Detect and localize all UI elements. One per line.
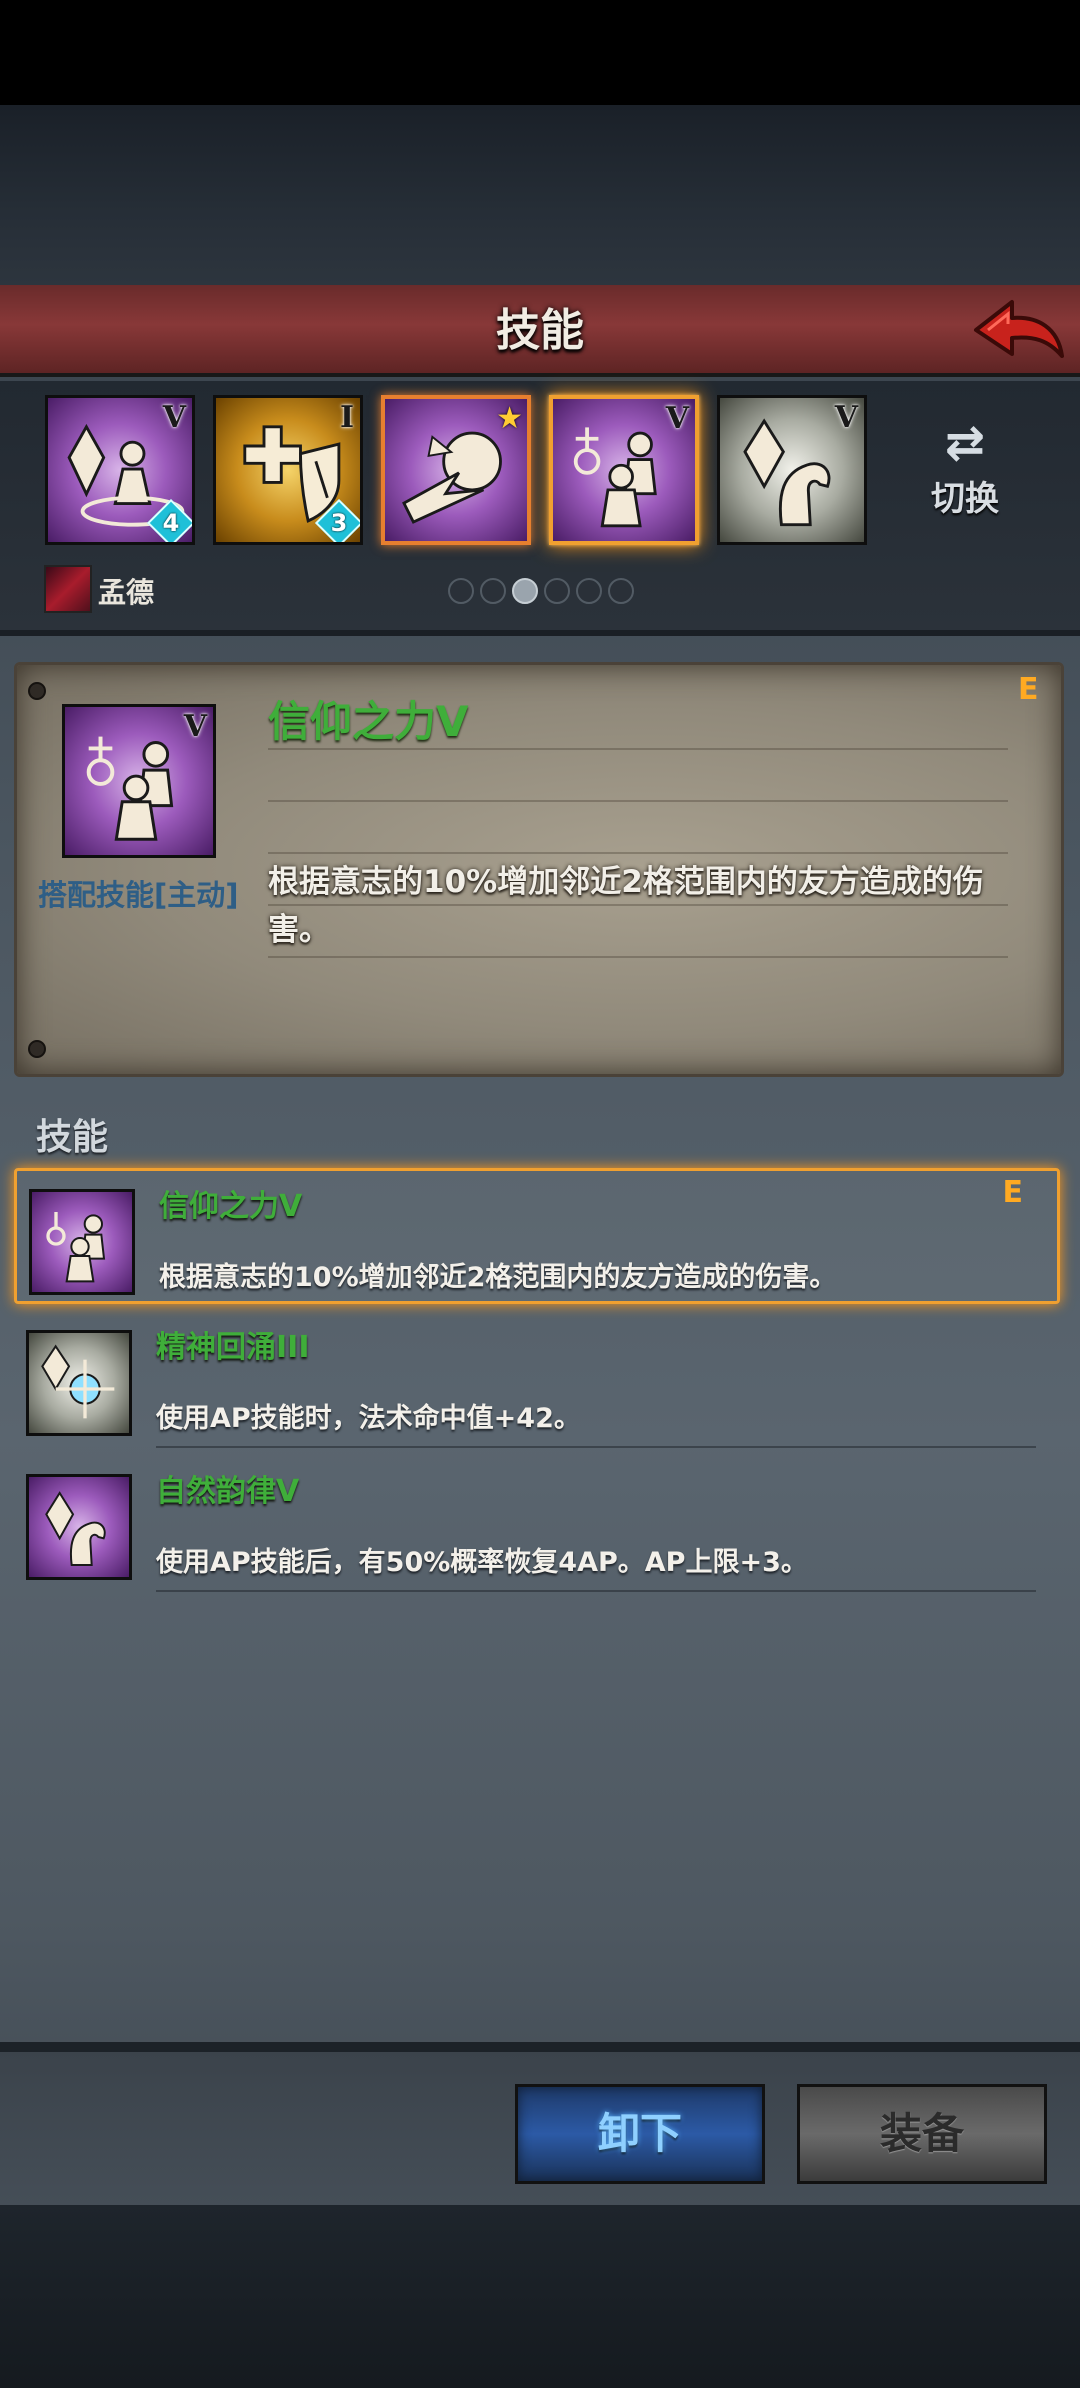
skill-description: 使用AP技能时，法术命中值+42。: [156, 1403, 581, 1434]
status-bar-area: [0, 0, 1080, 105]
skill-level-roman: I: [339, 400, 354, 435]
page-title: 技能: [496, 305, 584, 356]
skill-icon: [26, 1330, 132, 1436]
skill-level-roman: V: [183, 709, 207, 744]
detail-skill-title: 信仰之力V: [268, 697, 469, 746]
page-indicator: [448, 578, 640, 606]
divider: [268, 800, 1008, 802]
page-dot[interactable]: [480, 578, 506, 604]
skill-icon: [26, 1474, 132, 1580]
equip-button[interactable]: 装备: [797, 2084, 1047, 2184]
divider: [268, 852, 1008, 854]
skill-name: 精神回涌III: [156, 1330, 310, 1365]
switch-label: 切换: [931, 479, 999, 519]
skill-grade: E: [1002, 1175, 1024, 1210]
skill-list-item[interactable]: 自然韵律V 使用AP技能后，有50%概率恢复4AP。AP上限+3。: [14, 1456, 1060, 1592]
skill-name: 自然韵律V: [156, 1474, 300, 1509]
hero-avatar[interactable]: [44, 565, 92, 613]
skill-slot-5[interactable]: V: [717, 395, 867, 545]
skill-list-item[interactable]: 精神回涌III 使用AP技能时，法术命中值+42。: [14, 1312, 1060, 1448]
skill-slot-3[interactable]: ★: [381, 395, 531, 545]
footer-divider: [0, 2042, 1080, 2052]
back-arrow-icon: [974, 300, 1064, 358]
back-button[interactable]: [968, 290, 1068, 370]
skill-icon: [29, 1189, 135, 1295]
skill-type-caption: 搭配技能[主动]: [38, 878, 239, 912]
detail-skill-icon: V: [62, 704, 216, 858]
page-dot[interactable]: [608, 578, 634, 604]
skill-description: 使用AP技能后，有50%概率恢复4AP。AP上限+3。: [156, 1547, 808, 1578]
skill-slot-4[interactable]: V: [549, 395, 699, 545]
skill-level-roman: V: [665, 401, 689, 436]
skill-description: 根据意志的10%增加邻近2格范围内的友方造成的伤害。: [159, 1262, 837, 1293]
crystal-hand-icon: [45, 1491, 106, 1566]
page-dot[interactable]: [448, 578, 474, 604]
section-title: 技能: [36, 1117, 109, 1158]
skill-level-roman: V: [162, 400, 186, 435]
skill-list-item[interactable]: 信仰之力V 根据意志的10%增加邻近2格范围内的友方造成的伤害。 E: [14, 1168, 1060, 1304]
detail-skill-grade: E: [1018, 672, 1039, 707]
page-dot-active[interactable]: [512, 578, 538, 604]
hero-name: 孟德: [98, 576, 155, 609]
star-icon: ★: [496, 401, 523, 436]
nail-decoration: [28, 682, 46, 700]
crystal-orb-icon: [41, 1344, 115, 1419]
bottom-background: [0, 2205, 1080, 2388]
top-background: [0, 105, 1080, 285]
divider: [268, 956, 1008, 958]
unequip-button[interactable]: 卸下: [515, 2084, 765, 2184]
divider: [156, 1446, 1036, 1448]
page-dot[interactable]: [544, 578, 570, 604]
skill-slot-2[interactable]: I 3: [213, 395, 363, 545]
detail-skill-description: 根据意志的10%增加邻近2格范围内的友方造成的伤害。: [268, 864, 984, 948]
header-bar: 技能: [0, 285, 1080, 377]
skill-level-roman: V: [834, 400, 858, 435]
two-figures-icon: [46, 1212, 106, 1283]
skill-slot-1[interactable]: V 4: [45, 395, 195, 545]
divider: [156, 1590, 1036, 1592]
divider: [268, 748, 1008, 750]
nail-decoration: [28, 1040, 46, 1058]
switch-button[interactable]: ⇄ 切换: [920, 415, 1010, 535]
page-dot[interactable]: [576, 578, 602, 604]
swap-arrows-icon: ⇄: [944, 415, 986, 471]
skill-name: 信仰之力V: [159, 1189, 303, 1224]
